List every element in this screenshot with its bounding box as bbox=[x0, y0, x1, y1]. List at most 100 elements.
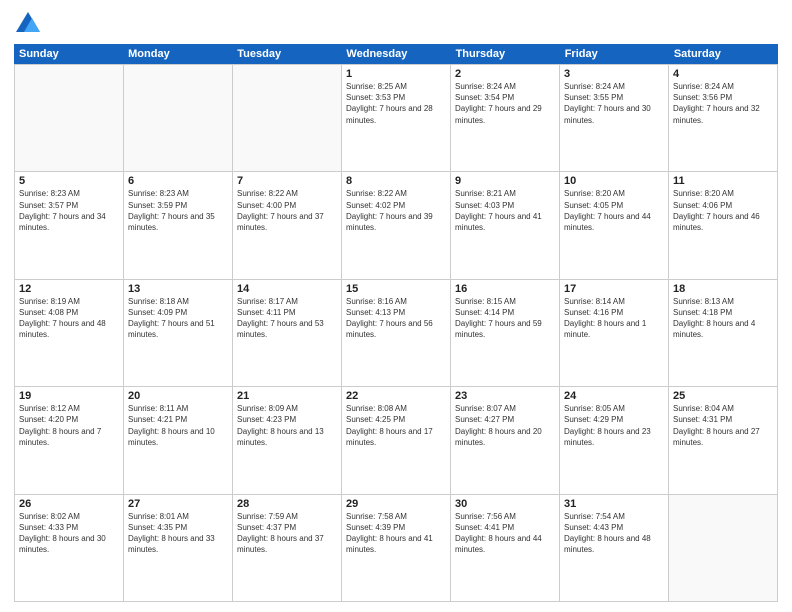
calendar-cell bbox=[669, 495, 778, 601]
calendar-row: 1Sunrise: 8:25 AMSunset: 3:53 PMDaylight… bbox=[15, 65, 778, 172]
calendar-header: SundayMondayTuesdayWednesdayThursdayFrid… bbox=[14, 44, 778, 64]
day-number: 5 bbox=[19, 175, 119, 187]
day-info: Sunrise: 8:04 AMSunset: 4:31 PMDaylight:… bbox=[673, 403, 773, 448]
day-info: Sunrise: 8:19 AMSunset: 4:08 PMDaylight:… bbox=[19, 296, 119, 341]
calendar-cell: 9Sunrise: 8:21 AMSunset: 4:03 PMDaylight… bbox=[451, 172, 560, 278]
calendar-cell: 26Sunrise: 8:02 AMSunset: 4:33 PMDayligh… bbox=[15, 495, 124, 601]
day-info: Sunrise: 8:24 AMSunset: 3:56 PMDaylight:… bbox=[673, 81, 773, 126]
day-number: 14 bbox=[237, 283, 337, 295]
calendar-cell: 11Sunrise: 8:20 AMSunset: 4:06 PMDayligh… bbox=[669, 172, 778, 278]
day-info: Sunrise: 8:24 AMSunset: 3:55 PMDaylight:… bbox=[564, 81, 664, 126]
calendar-cell bbox=[15, 65, 124, 171]
day-info: Sunrise: 8:24 AMSunset: 3:54 PMDaylight:… bbox=[455, 81, 555, 126]
header-day: Wednesday bbox=[341, 44, 450, 64]
day-info: Sunrise: 7:58 AMSunset: 4:39 PMDaylight:… bbox=[346, 511, 446, 556]
header-day: Monday bbox=[123, 44, 232, 64]
day-number: 16 bbox=[455, 283, 555, 295]
header-day: Friday bbox=[560, 44, 669, 64]
day-info: Sunrise: 7:59 AMSunset: 4:37 PMDaylight:… bbox=[237, 511, 337, 556]
calendar-cell: 2Sunrise: 8:24 AMSunset: 3:54 PMDaylight… bbox=[451, 65, 560, 171]
day-number: 29 bbox=[346, 498, 446, 510]
day-info: Sunrise: 8:01 AMSunset: 4:35 PMDaylight:… bbox=[128, 511, 228, 556]
calendar-cell: 28Sunrise: 7:59 AMSunset: 4:37 PMDayligh… bbox=[233, 495, 342, 601]
calendar-cell: 31Sunrise: 7:54 AMSunset: 4:43 PMDayligh… bbox=[560, 495, 669, 601]
day-info: Sunrise: 8:13 AMSunset: 4:18 PMDaylight:… bbox=[673, 296, 773, 341]
day-number: 4 bbox=[673, 68, 773, 80]
calendar-cell: 23Sunrise: 8:07 AMSunset: 4:27 PMDayligh… bbox=[451, 387, 560, 493]
calendar-cell: 7Sunrise: 8:22 AMSunset: 4:00 PMDaylight… bbox=[233, 172, 342, 278]
day-info: Sunrise: 8:09 AMSunset: 4:23 PMDaylight:… bbox=[237, 403, 337, 448]
day-info: Sunrise: 8:18 AMSunset: 4:09 PMDaylight:… bbox=[128, 296, 228, 341]
header-day: Sunday bbox=[14, 44, 123, 64]
calendar-cell: 24Sunrise: 8:05 AMSunset: 4:29 PMDayligh… bbox=[560, 387, 669, 493]
logo-icon bbox=[14, 10, 42, 38]
calendar-body: 1Sunrise: 8:25 AMSunset: 3:53 PMDaylight… bbox=[14, 64, 778, 602]
page: SundayMondayTuesdayWednesdayThursdayFrid… bbox=[0, 0, 792, 612]
day-info: Sunrise: 8:12 AMSunset: 4:20 PMDaylight:… bbox=[19, 403, 119, 448]
calendar-row: 5Sunrise: 8:23 AMSunset: 3:57 PMDaylight… bbox=[15, 172, 778, 279]
day-info: Sunrise: 8:05 AMSunset: 4:29 PMDaylight:… bbox=[564, 403, 664, 448]
day-number: 26 bbox=[19, 498, 119, 510]
header-day: Thursday bbox=[451, 44, 560, 64]
calendar-cell: 6Sunrise: 8:23 AMSunset: 3:59 PMDaylight… bbox=[124, 172, 233, 278]
day-number: 10 bbox=[564, 175, 664, 187]
calendar-cell bbox=[124, 65, 233, 171]
day-number: 13 bbox=[128, 283, 228, 295]
day-info: Sunrise: 7:56 AMSunset: 4:41 PMDaylight:… bbox=[455, 511, 555, 556]
day-info: Sunrise: 8:17 AMSunset: 4:11 PMDaylight:… bbox=[237, 296, 337, 341]
day-info: Sunrise: 8:16 AMSunset: 4:13 PMDaylight:… bbox=[346, 296, 446, 341]
day-info: Sunrise: 8:02 AMSunset: 4:33 PMDaylight:… bbox=[19, 511, 119, 556]
day-number: 30 bbox=[455, 498, 555, 510]
calendar-row: 19Sunrise: 8:12 AMSunset: 4:20 PMDayligh… bbox=[15, 387, 778, 494]
day-number: 25 bbox=[673, 390, 773, 402]
calendar-cell: 4Sunrise: 8:24 AMSunset: 3:56 PMDaylight… bbox=[669, 65, 778, 171]
calendar-cell: 15Sunrise: 8:16 AMSunset: 4:13 PMDayligh… bbox=[342, 280, 451, 386]
calendar-cell: 22Sunrise: 8:08 AMSunset: 4:25 PMDayligh… bbox=[342, 387, 451, 493]
calendar-row: 26Sunrise: 8:02 AMSunset: 4:33 PMDayligh… bbox=[15, 495, 778, 602]
calendar-cell: 1Sunrise: 8:25 AMSunset: 3:53 PMDaylight… bbox=[342, 65, 451, 171]
calendar-cell: 19Sunrise: 8:12 AMSunset: 4:20 PMDayligh… bbox=[15, 387, 124, 493]
day-info: Sunrise: 8:15 AMSunset: 4:14 PMDaylight:… bbox=[455, 296, 555, 341]
header bbox=[14, 10, 778, 38]
calendar-cell: 13Sunrise: 8:18 AMSunset: 4:09 PMDayligh… bbox=[124, 280, 233, 386]
calendar-cell: 27Sunrise: 8:01 AMSunset: 4:35 PMDayligh… bbox=[124, 495, 233, 601]
day-number: 15 bbox=[346, 283, 446, 295]
day-number: 1 bbox=[346, 68, 446, 80]
day-info: Sunrise: 8:23 AMSunset: 3:59 PMDaylight:… bbox=[128, 188, 228, 233]
day-number: 19 bbox=[19, 390, 119, 402]
calendar-cell bbox=[233, 65, 342, 171]
header-day: Saturday bbox=[669, 44, 778, 64]
day-info: Sunrise: 8:11 AMSunset: 4:21 PMDaylight:… bbox=[128, 403, 228, 448]
calendar-cell: 30Sunrise: 7:56 AMSunset: 4:41 PMDayligh… bbox=[451, 495, 560, 601]
day-info: Sunrise: 8:21 AMSunset: 4:03 PMDaylight:… bbox=[455, 188, 555, 233]
calendar-cell: 21Sunrise: 8:09 AMSunset: 4:23 PMDayligh… bbox=[233, 387, 342, 493]
calendar-cell: 29Sunrise: 7:58 AMSunset: 4:39 PMDayligh… bbox=[342, 495, 451, 601]
day-info: Sunrise: 8:08 AMSunset: 4:25 PMDaylight:… bbox=[346, 403, 446, 448]
day-number: 31 bbox=[564, 498, 664, 510]
calendar-cell: 5Sunrise: 8:23 AMSunset: 3:57 PMDaylight… bbox=[15, 172, 124, 278]
calendar-cell: 12Sunrise: 8:19 AMSunset: 4:08 PMDayligh… bbox=[15, 280, 124, 386]
day-number: 21 bbox=[237, 390, 337, 402]
day-number: 7 bbox=[237, 175, 337, 187]
calendar: SundayMondayTuesdayWednesdayThursdayFrid… bbox=[14, 44, 778, 602]
calendar-cell: 17Sunrise: 8:14 AMSunset: 4:16 PMDayligh… bbox=[560, 280, 669, 386]
day-number: 28 bbox=[237, 498, 337, 510]
day-number: 6 bbox=[128, 175, 228, 187]
calendar-cell: 3Sunrise: 8:24 AMSunset: 3:55 PMDaylight… bbox=[560, 65, 669, 171]
day-info: Sunrise: 8:22 AMSunset: 4:02 PMDaylight:… bbox=[346, 188, 446, 233]
calendar-cell: 14Sunrise: 8:17 AMSunset: 4:11 PMDayligh… bbox=[233, 280, 342, 386]
day-number: 9 bbox=[455, 175, 555, 187]
calendar-cell: 8Sunrise: 8:22 AMSunset: 4:02 PMDaylight… bbox=[342, 172, 451, 278]
day-number: 8 bbox=[346, 175, 446, 187]
day-number: 18 bbox=[673, 283, 773, 295]
calendar-cell: 20Sunrise: 8:11 AMSunset: 4:21 PMDayligh… bbox=[124, 387, 233, 493]
calendar-cell: 18Sunrise: 8:13 AMSunset: 4:18 PMDayligh… bbox=[669, 280, 778, 386]
day-number: 27 bbox=[128, 498, 228, 510]
logo bbox=[14, 10, 46, 38]
day-info: Sunrise: 7:54 AMSunset: 4:43 PMDaylight:… bbox=[564, 511, 664, 556]
day-number: 11 bbox=[673, 175, 773, 187]
calendar-cell: 10Sunrise: 8:20 AMSunset: 4:05 PMDayligh… bbox=[560, 172, 669, 278]
day-number: 24 bbox=[564, 390, 664, 402]
day-info: Sunrise: 8:14 AMSunset: 4:16 PMDaylight:… bbox=[564, 296, 664, 341]
day-info: Sunrise: 8:07 AMSunset: 4:27 PMDaylight:… bbox=[455, 403, 555, 448]
